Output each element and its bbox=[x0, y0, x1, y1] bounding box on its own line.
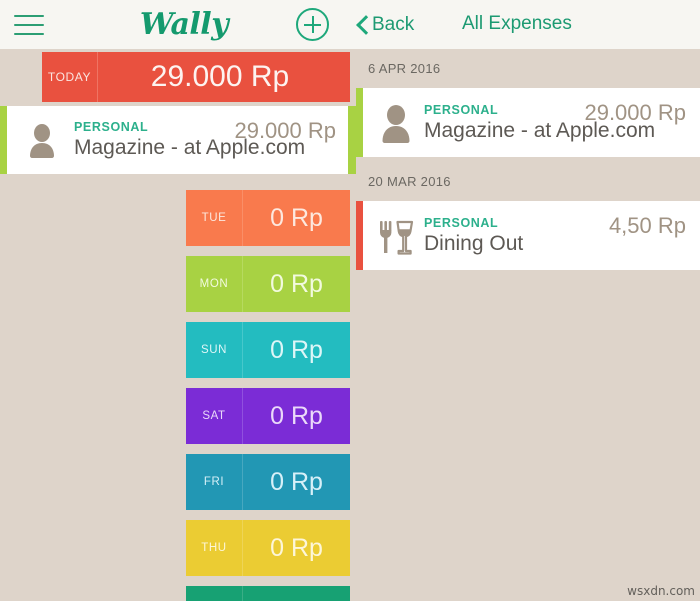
expense-list-item[interactable]: PERSONALMagazine - at Apple.com29.000 Rp bbox=[356, 88, 700, 157]
expense-amount: 4,50 Rp bbox=[609, 213, 686, 239]
watermark: wsxdn.com bbox=[627, 584, 695, 598]
day-row-amount: 29.000 Rp bbox=[98, 60, 350, 94]
app-logo: Wally bbox=[126, 0, 242, 49]
day-row-label: MON bbox=[186, 278, 242, 290]
expense-category: PERSONAL bbox=[424, 103, 498, 117]
date-group-header: 20 MAR 2016 bbox=[356, 162, 700, 201]
day-row[interactable]: MON0 Rp bbox=[186, 256, 350, 312]
day-row-amount: 0 Rp bbox=[243, 204, 350, 233]
app-root: Wally Back All Expenses TODAY 29.000 Rp … bbox=[0, 0, 700, 601]
right-panel-expense-list: 6 APR 2016PERSONALMagazine - at Apple.co… bbox=[356, 49, 700, 601]
left-expense-card[interactable]: PERSONAL Magazine - at Apple.com 29.000 … bbox=[0, 106, 356, 174]
app-header: Wally Back All Expenses bbox=[0, 0, 700, 49]
hamburger-icon[interactable] bbox=[14, 15, 44, 35]
day-row-amount: 0 Rp bbox=[243, 402, 350, 431]
left-panel-weekly-summary: TODAY 29.000 Rp PERSONAL Magazine - at A… bbox=[0, 49, 356, 601]
hamburger-line bbox=[14, 15, 44, 17]
expense-list-item[interactable]: PERSONAL Dining Out 4,50 Rp bbox=[356, 201, 700, 270]
hamburger-line bbox=[14, 33, 44, 35]
chevron-left-icon bbox=[356, 16, 367, 34]
date-group-header: 6 APR 2016 bbox=[356, 49, 700, 88]
day-row[interactable]: FRI0 Rp bbox=[186, 454, 350, 510]
back-button-label: Back bbox=[372, 14, 414, 36]
person-icon bbox=[378, 105, 414, 143]
back-button[interactable]: Back bbox=[356, 12, 414, 38]
expense-category: PERSONAL bbox=[74, 120, 148, 134]
day-row-amount: 0 Rp bbox=[243, 336, 350, 365]
day-row-amount: 0 Rp bbox=[243, 534, 350, 563]
day-row[interactable]: SUN0 Rp bbox=[186, 322, 350, 378]
card-accent-left bbox=[356, 88, 363, 157]
day-row[interactable]: TUE0 Rp bbox=[186, 190, 350, 246]
card-accent-left bbox=[0, 106, 7, 174]
day-row-amount: 0 Rp bbox=[243, 270, 350, 299]
day-row-today[interactable]: TODAY 29.000 Rp bbox=[42, 52, 350, 102]
day-row[interactable]: THU0 Rp bbox=[186, 520, 350, 576]
expense-title: Dining Out bbox=[424, 232, 523, 256]
day-row-label: SAT bbox=[186, 410, 242, 422]
plus-circle-icon[interactable] bbox=[296, 8, 329, 41]
person-icon bbox=[26, 124, 58, 158]
card-accent-left bbox=[356, 201, 363, 270]
day-row-label: FRI bbox=[186, 476, 242, 488]
dining-icon bbox=[378, 218, 414, 256]
day-row-label: TODAY bbox=[42, 70, 97, 84]
day-row-label: THU bbox=[186, 542, 242, 554]
expense-category: PERSONAL bbox=[424, 216, 498, 230]
day-row-divider bbox=[242, 586, 243, 601]
day-row-amount: 0 Rp bbox=[243, 468, 350, 497]
hamburger-line bbox=[14, 24, 44, 26]
day-row-label: SUN bbox=[186, 344, 242, 356]
page-title: All Expenses bbox=[462, 13, 572, 35]
expense-amount: 29.000 Rp bbox=[234, 118, 336, 144]
day-row-label: TUE bbox=[186, 212, 242, 224]
day-row[interactable] bbox=[186, 586, 350, 601]
expense-amount: 29.000 Rp bbox=[584, 100, 686, 126]
day-row[interactable]: SAT0 Rp bbox=[186, 388, 350, 444]
card-accent-right bbox=[348, 106, 356, 174]
